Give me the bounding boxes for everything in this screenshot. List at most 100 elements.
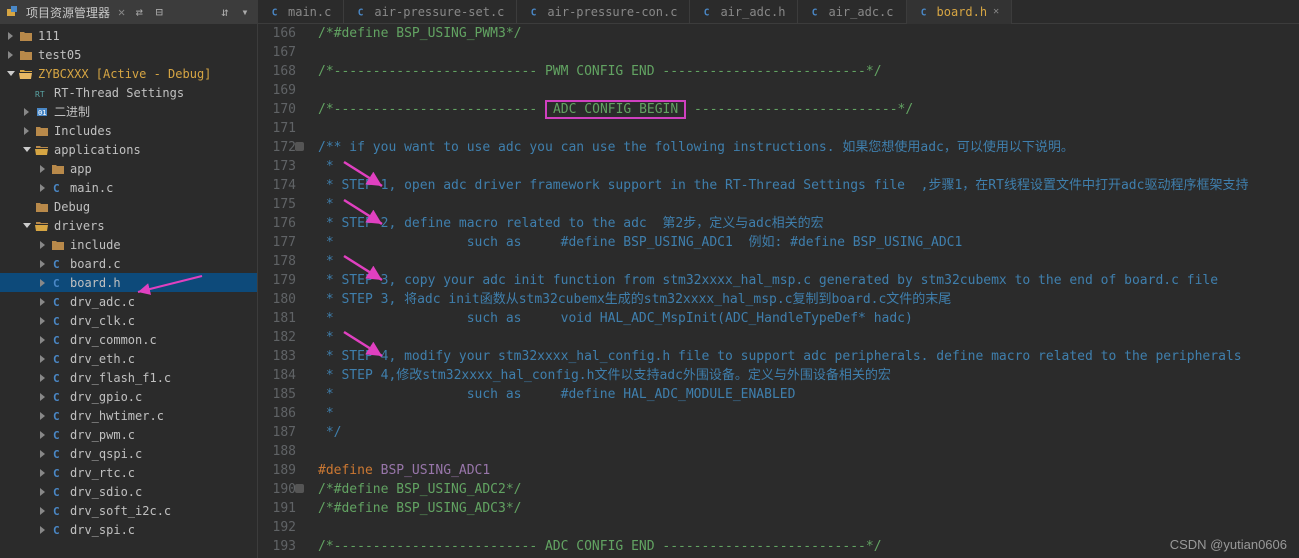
disclosure-icon[interactable] (38, 449, 48, 459)
menu-icon[interactable]: ▾ (239, 6, 251, 18)
tree-node-111[interactable]: 111 (0, 26, 257, 45)
folder-icon (18, 29, 34, 43)
folder-icon (34, 124, 50, 138)
disclosure-icon[interactable] (6, 50, 16, 60)
disclosure-icon[interactable] (22, 145, 32, 155)
code-editor[interactable]: 1661671681691701711721731741751761771781… (258, 24, 1299, 558)
svg-text:C: C (53, 334, 60, 346)
disclosure-icon[interactable] (38, 316, 48, 326)
disclosure-icon[interactable] (22, 107, 32, 117)
disclosure-icon[interactable] (38, 259, 48, 269)
c-icon: C (50, 257, 66, 271)
tab-air-adc-c[interactable]: Cair_adc.c (798, 0, 906, 24)
tree-node-rt-thread-settings[interactable]: RT RT-Thread Settings (0, 83, 257, 102)
tree-node-app[interactable]: app (0, 159, 257, 178)
tree-node-includes[interactable]: Includes (0, 121, 257, 140)
disclosure-icon[interactable] (38, 183, 48, 193)
disclosure-icon[interactable] (38, 335, 48, 345)
disclosure-icon[interactable] (22, 88, 32, 98)
tree-node----[interactable]: 01二进制 (0, 102, 257, 121)
svg-text:C: C (53, 448, 60, 460)
tab-board-h[interactable]: Cboard.h✕ (907, 0, 1013, 24)
collapse-icon[interactable]: ⊟ (153, 6, 165, 18)
tree-label: drv_soft_i2c.c (70, 504, 171, 518)
disclosure-icon[interactable] (38, 278, 48, 288)
svg-text:C: C (704, 7, 710, 18)
close-small-icon[interactable]: ✕ (118, 5, 125, 19)
tree-node-drivers[interactable]: drivers (0, 216, 257, 235)
disclosure-icon[interactable] (6, 31, 16, 41)
tab-air-adc-h[interactable]: Cair_adc.h (690, 0, 798, 24)
svg-text:C: C (272, 7, 278, 18)
tree-node-include[interactable]: include (0, 235, 257, 254)
disclosure-icon[interactable] (38, 240, 48, 250)
tree-node-drv-common-c[interactable]: Cdrv_common.c (0, 330, 257, 349)
disclosure-icon[interactable] (22, 126, 32, 136)
disclosure-icon[interactable] (38, 430, 48, 440)
source-code[interactable]: /*#define BSP_USING_PWM3*//*------------… (306, 24, 1299, 558)
tree-node-drv-spi-c[interactable]: Cdrv_spi.c (0, 520, 257, 539)
tree-node-drv-clk-c[interactable]: Cdrv_clk.c (0, 311, 257, 330)
disclosure-icon[interactable] (38, 487, 48, 497)
c-icon: C (50, 352, 66, 366)
folder-icon (34, 200, 50, 214)
svg-text:RT: RT (35, 90, 45, 99)
svg-text:C: C (920, 7, 926, 18)
disclosure-icon[interactable] (38, 506, 48, 516)
disclosure-icon[interactable] (38, 373, 48, 383)
c-icon: C (50, 409, 66, 423)
svg-text:01: 01 (38, 109, 46, 117)
tree-node-drv-pwm-c[interactable]: Cdrv_pwm.c (0, 425, 257, 444)
disclosure-icon[interactable] (6, 69, 16, 79)
tree-node-drv-flash-f1-c[interactable]: Cdrv_flash_f1.c (0, 368, 257, 387)
folder-icon (18, 48, 34, 62)
tree-label: RT-Thread Settings (54, 86, 184, 100)
disclosure-icon[interactable] (38, 525, 48, 535)
tree-node-drv-hwtimer-c[interactable]: Cdrv_hwtimer.c (0, 406, 257, 425)
tab-air-pressure-set-c[interactable]: Cair-pressure-set.c (344, 0, 517, 24)
svg-text:C: C (53, 372, 60, 384)
c-icon: C (50, 390, 66, 404)
tree-node-applications[interactable]: applications (0, 140, 257, 159)
disclosure-icon[interactable] (38, 411, 48, 421)
disclosure-icon[interactable] (38, 164, 48, 174)
tree-node-drv-eth-c[interactable]: Cdrv_eth.c (0, 349, 257, 368)
tree-node-test05[interactable]: test05 (0, 45, 257, 64)
tree-node-drv-soft-i2c-c[interactable]: Cdrv_soft_i2c.c (0, 501, 257, 520)
tree-node-drv-rtc-c[interactable]: Cdrv_rtc.c (0, 463, 257, 482)
close-icon[interactable]: ✕ (993, 6, 999, 17)
tree-node-drv-gpio-c[interactable]: Cdrv_gpio.c (0, 387, 257, 406)
tree-node-main-c[interactable]: Cmain.c (0, 178, 257, 197)
tree-node-board-h[interactable]: Cboard.h (0, 273, 257, 292)
fold-icon[interactable] (295, 484, 304, 493)
tree-node-drv-adc-c[interactable]: Cdrv_adc.c (0, 292, 257, 311)
c-icon: C (50, 466, 66, 480)
c-icon: C (50, 314, 66, 328)
nav-icon[interactable]: ⇵ (219, 6, 231, 18)
highlight-box: ADC CONFIG BEGIN (545, 100, 686, 119)
fold-icon[interactable] (295, 142, 304, 151)
svg-text:C: C (53, 353, 60, 365)
tree-label: main.c (70, 181, 113, 195)
tree-node-drv-qspi-c[interactable]: Cdrv_qspi.c (0, 444, 257, 463)
svg-text:C: C (53, 524, 60, 536)
editor-tabs: Cmain.cCair-pressure-set.cCair-pressure-… (258, 0, 1299, 24)
disclosure-icon[interactable] (38, 392, 48, 402)
tree-node-board-c[interactable]: Cboard.c (0, 254, 257, 273)
disclosure-icon[interactable] (38, 297, 48, 307)
svg-text:C: C (812, 7, 818, 18)
tree-node-debug[interactable]: Debug (0, 197, 257, 216)
disclosure-icon[interactable] (38, 468, 48, 478)
c-icon: C (50, 523, 66, 537)
link-icon[interactable]: ⇄ (133, 6, 145, 18)
tab-label: air-pressure-set.c (374, 5, 504, 19)
tree-node-zybcxxx[interactable]: ZYBCXXX [Active - Debug] (0, 64, 257, 83)
file-tree[interactable]: 111test05ZYBCXXX [Active - Debug] RT RT-Th… (0, 24, 257, 558)
disclosure-icon[interactable] (38, 354, 48, 364)
tab-main-c[interactable]: Cmain.c (258, 0, 344, 24)
disclosure-icon[interactable] (22, 202, 32, 212)
tab-air-pressure-con-c[interactable]: Cair-pressure-con.c (517, 0, 690, 24)
disclosure-icon[interactable] (22, 221, 32, 231)
svg-text:C: C (53, 410, 60, 422)
tree-node-drv-sdio-c[interactable]: Cdrv_sdio.c (0, 482, 257, 501)
